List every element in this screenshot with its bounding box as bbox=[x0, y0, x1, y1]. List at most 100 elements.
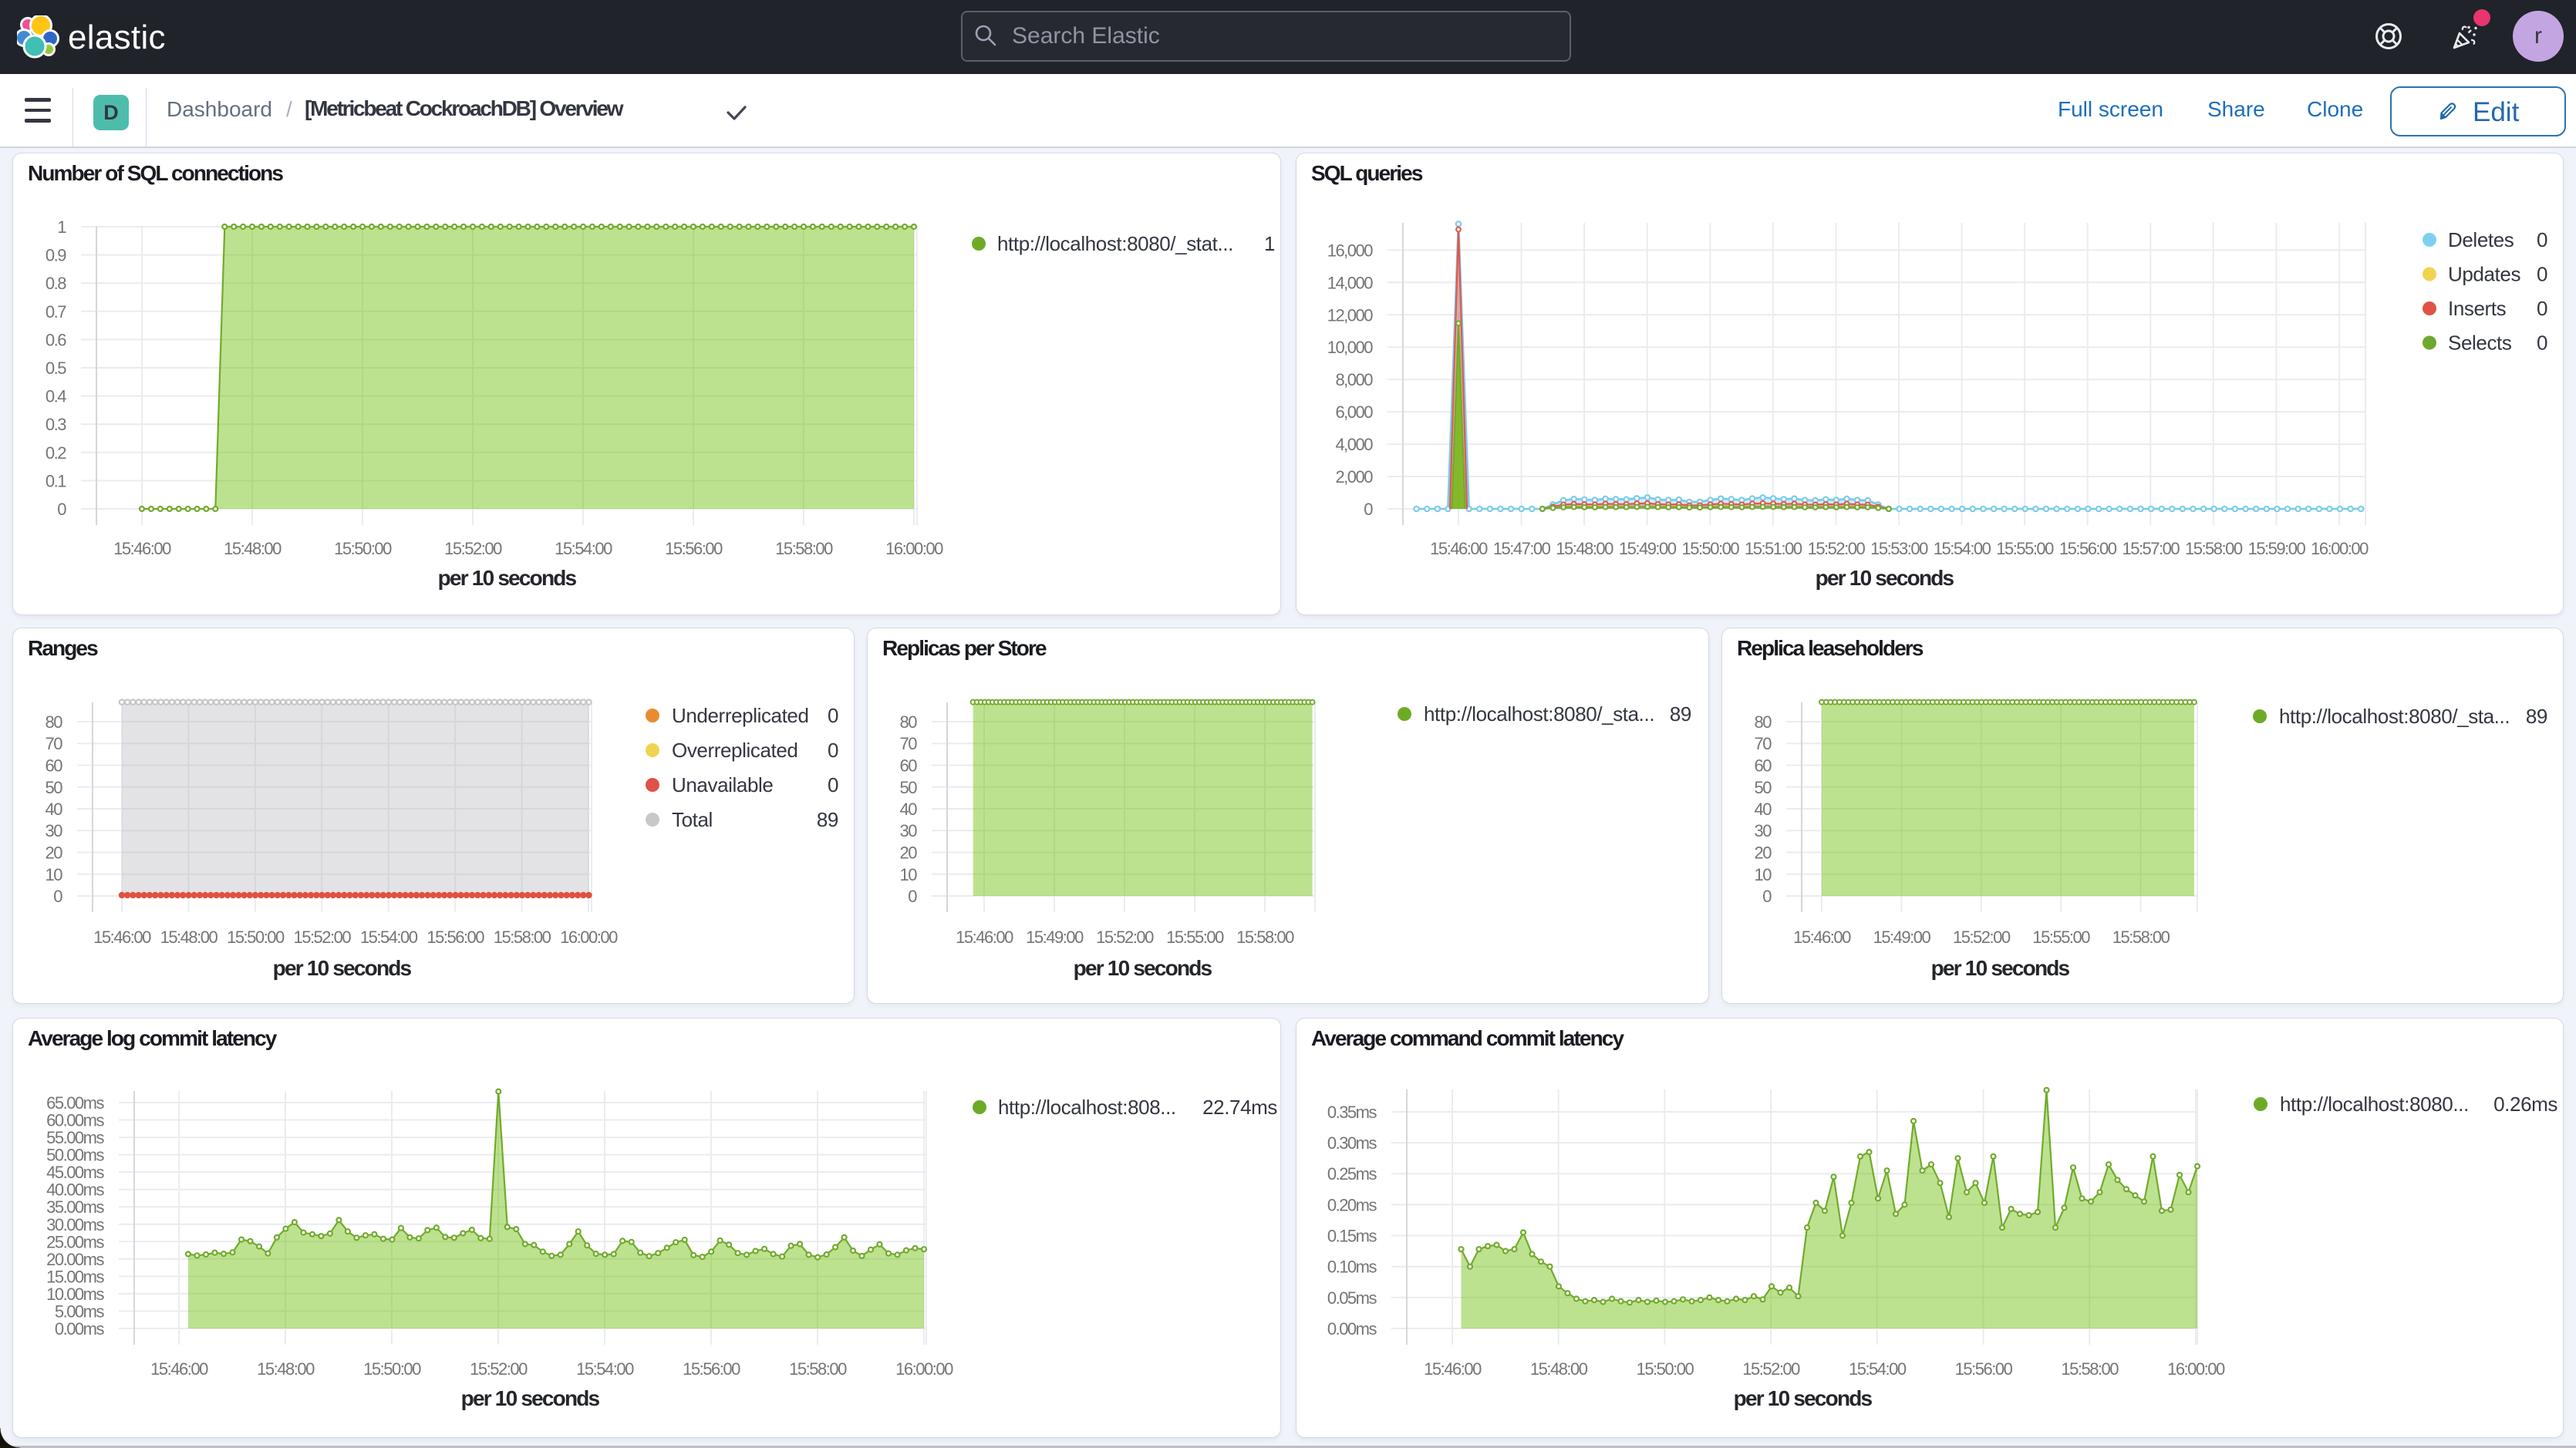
svg-text:per 10 seconds: per 10 seconds bbox=[273, 956, 412, 980]
svg-text:15:50:00: 15:50:00 bbox=[227, 928, 285, 947]
svg-text:35.00ms: 35.00ms bbox=[46, 1197, 104, 1217]
svg-text:60: 60 bbox=[900, 756, 918, 776]
svg-text:10: 10 bbox=[1755, 865, 1772, 884]
svg-text:40.00ms: 40.00ms bbox=[46, 1180, 104, 1200]
svg-text:30: 30 bbox=[900, 821, 918, 840]
svg-text:15:50:00: 15:50:00 bbox=[1681, 539, 1739, 558]
svg-text:1: 1 bbox=[1264, 232, 1275, 255]
svg-text:0.35ms: 0.35ms bbox=[1327, 1103, 1377, 1122]
svg-text:15:58:00: 15:58:00 bbox=[1236, 928, 1294, 947]
svg-text:10: 10 bbox=[900, 865, 918, 884]
svg-text:25.00ms: 25.00ms bbox=[46, 1232, 104, 1251]
svg-text:1: 1 bbox=[57, 217, 66, 237]
svg-text:15:47:00: 15:47:00 bbox=[1493, 539, 1551, 558]
svg-text:0.15ms: 0.15ms bbox=[1327, 1227, 1377, 1246]
svg-text:15:52:00: 15:52:00 bbox=[470, 1359, 528, 1379]
svg-text:70: 70 bbox=[46, 734, 63, 753]
svg-text:15:46:00: 15:46:00 bbox=[93, 928, 151, 947]
svg-text:0.7: 0.7 bbox=[46, 302, 66, 322]
svg-text:Inserts: Inserts bbox=[2448, 297, 2507, 320]
svg-text:2,000: 2,000 bbox=[1335, 467, 1373, 487]
svg-text:16:00:00: 16:00:00 bbox=[560, 928, 618, 947]
svg-text:0.05ms: 0.05ms bbox=[1327, 1288, 1377, 1308]
svg-text:per 10 seconds: per 10 seconds bbox=[1816, 566, 1954, 590]
svg-text:16:00:00: 16:00:00 bbox=[885, 539, 943, 558]
svg-text:0.5: 0.5 bbox=[46, 359, 66, 378]
svg-text:30.00ms: 30.00ms bbox=[46, 1215, 104, 1234]
svg-text:http://localhost:8080/_sta...: http://localhost:8080/_sta... bbox=[2279, 705, 2510, 728]
svg-text:15:48:00: 15:48:00 bbox=[257, 1359, 315, 1379]
svg-text:15:55:00: 15:55:00 bbox=[1166, 928, 1224, 947]
svg-text:15:49:00: 15:49:00 bbox=[1619, 539, 1677, 558]
svg-text:55.00ms: 55.00ms bbox=[46, 1128, 104, 1147]
svg-text:15:48:00: 15:48:00 bbox=[160, 928, 218, 947]
svg-text:80: 80 bbox=[1755, 712, 1772, 732]
svg-text:0.2: 0.2 bbox=[46, 443, 66, 463]
svg-text:15:52:00: 15:52:00 bbox=[1096, 928, 1154, 947]
svg-text:0.00ms: 0.00ms bbox=[55, 1319, 105, 1339]
svg-text:http://localhost:8080...: http://localhost:8080... bbox=[2280, 1093, 2469, 1116]
svg-text:15:50:00: 15:50:00 bbox=[1637, 1359, 1694, 1379]
svg-text:15:54:00: 15:54:00 bbox=[360, 928, 418, 947]
svg-text:per 10 seconds: per 10 seconds bbox=[461, 1386, 600, 1410]
svg-text:80: 80 bbox=[46, 712, 63, 732]
svg-text:15:58:00: 15:58:00 bbox=[2185, 539, 2243, 558]
svg-text:30: 30 bbox=[1755, 821, 1772, 840]
svg-text:15:49:00: 15:49:00 bbox=[1873, 928, 1931, 947]
svg-text:16:00:00: 16:00:00 bbox=[2167, 1359, 2225, 1379]
svg-text:5.00ms: 5.00ms bbox=[55, 1302, 105, 1322]
svg-text:0: 0 bbox=[2537, 228, 2547, 251]
svg-text:15:54:00: 15:54:00 bbox=[1849, 1359, 1907, 1379]
svg-text:15:56:00: 15:56:00 bbox=[683, 1359, 740, 1379]
svg-text:15:54:00: 15:54:00 bbox=[576, 1359, 634, 1379]
svg-text:30: 30 bbox=[46, 821, 63, 840]
svg-text:per 10 seconds: per 10 seconds bbox=[438, 566, 577, 590]
svg-text:60: 60 bbox=[46, 756, 63, 776]
svg-text:15:48:00: 15:48:00 bbox=[1530, 1359, 1588, 1379]
svg-text:50: 50 bbox=[900, 778, 918, 797]
svg-text:0: 0 bbox=[2537, 263, 2547, 286]
svg-text:0: 0 bbox=[828, 773, 838, 796]
svg-text:15.00ms: 15.00ms bbox=[46, 1267, 104, 1286]
svg-text:10: 10 bbox=[46, 865, 63, 884]
svg-text:15:51:00: 15:51:00 bbox=[1745, 539, 1802, 558]
svg-text:20: 20 bbox=[46, 844, 63, 863]
svg-text:per 10 seconds: per 10 seconds bbox=[1074, 956, 1212, 980]
svg-text:15:52:00: 15:52:00 bbox=[1808, 539, 1866, 558]
svg-text:16,000: 16,000 bbox=[1327, 241, 1374, 260]
svg-text:15:58:00: 15:58:00 bbox=[2112, 928, 2170, 947]
svg-text:15:56:00: 15:56:00 bbox=[427, 928, 484, 947]
svg-text:15:56:00: 15:56:00 bbox=[1955, 1359, 2013, 1379]
svg-text:80: 80 bbox=[900, 712, 918, 732]
svg-text:Deletes: Deletes bbox=[2448, 228, 2514, 251]
svg-text:http://localhost:8080/_stat...: http://localhost:8080/_stat... bbox=[997, 232, 1233, 255]
svg-text:50: 50 bbox=[46, 778, 63, 797]
svg-text:0.26ms: 0.26ms bbox=[2493, 1093, 2557, 1116]
svg-text:0: 0 bbox=[2537, 297, 2547, 320]
svg-text:15:57:00: 15:57:00 bbox=[2122, 539, 2180, 558]
svg-text:Updates: Updates bbox=[2448, 263, 2520, 286]
svg-text:15:53:00: 15:53:00 bbox=[1870, 539, 1928, 558]
svg-text:15:46:00: 15:46:00 bbox=[113, 539, 171, 558]
svg-text:40: 40 bbox=[900, 800, 918, 819]
svg-text:15:52:00: 15:52:00 bbox=[1953, 928, 2011, 947]
svg-text:15:58:00: 15:58:00 bbox=[789, 1359, 847, 1379]
svg-text:40: 40 bbox=[46, 800, 63, 819]
svg-text:16:00:00: 16:00:00 bbox=[2311, 539, 2369, 558]
svg-text:Overreplicated: Overreplicated bbox=[672, 739, 797, 762]
svg-text:15:48:00: 15:48:00 bbox=[1556, 539, 1613, 558]
svg-text:0.3: 0.3 bbox=[46, 415, 66, 434]
svg-text:50: 50 bbox=[1755, 778, 1772, 797]
svg-text:6,000: 6,000 bbox=[1335, 402, 1373, 422]
svg-text:15:58:00: 15:58:00 bbox=[775, 539, 833, 558]
svg-text:22.74ms: 22.74ms bbox=[1202, 1096, 1277, 1119]
svg-text:Selects: Selects bbox=[2448, 332, 2512, 355]
svg-text:15:49:00: 15:49:00 bbox=[1026, 928, 1084, 947]
svg-text:20.00ms: 20.00ms bbox=[46, 1250, 104, 1269]
svg-text:0.00ms: 0.00ms bbox=[1327, 1319, 1377, 1339]
svg-text:70: 70 bbox=[900, 734, 918, 753]
svg-text:0.25ms: 0.25ms bbox=[1327, 1164, 1377, 1184]
svg-text:per 10 seconds: per 10 seconds bbox=[1931, 956, 2070, 980]
svg-text:15:54:00: 15:54:00 bbox=[555, 539, 612, 558]
svg-text:89: 89 bbox=[2526, 705, 2547, 728]
